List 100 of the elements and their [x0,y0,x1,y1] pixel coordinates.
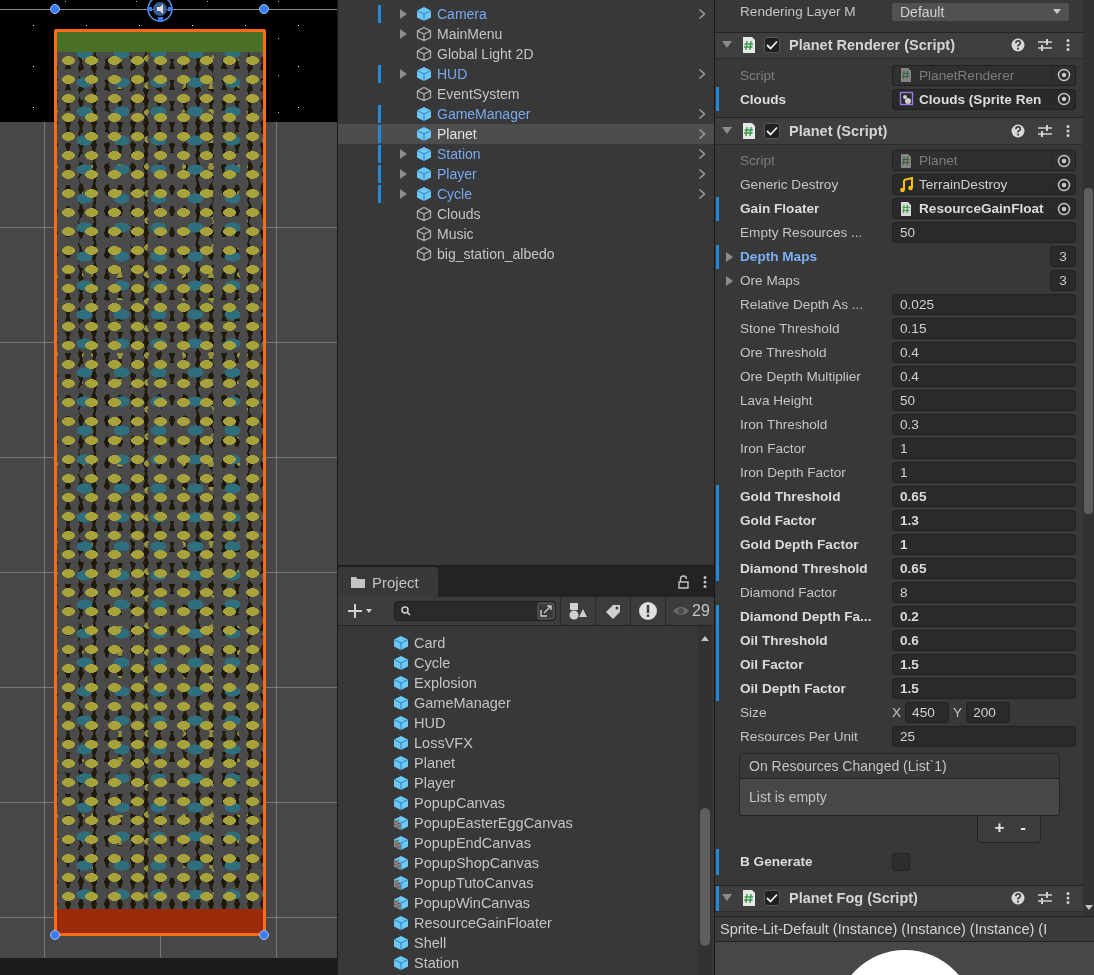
expand-arrow-icon[interactable] [398,168,408,180]
dropdown[interactable]: Default [892,2,1069,21]
number-field[interactable]: 8 [892,582,1076,603]
number-field[interactable]: 1.5 [892,654,1076,675]
number-field[interactable]: 0.3 [892,414,1076,435]
hierarchy-item[interactable]: MainMenu [338,24,714,44]
component-header[interactable]: Planet (Script) [715,117,1083,145]
project-asset-item[interactable]: LossVFX [393,733,698,753]
hierarchy-item[interactable]: EventSystem [338,84,714,104]
number-field[interactable]: 0.65 [892,486,1076,507]
sliders-icon[interactable] [1037,123,1053,138]
chevron-right-icon[interactable] [698,128,706,140]
scroll-up-icon[interactable] [700,634,710,642]
expand-search-icon[interactable] [537,602,555,620]
selected-planet-drawing[interactable] [48,0,271,941]
expand-arrow-icon[interactable] [724,274,734,287]
expand-arrow-icon[interactable] [724,250,734,263]
remove-button[interactable]: - [1018,817,1028,838]
lock-icon[interactable] [676,575,690,589]
chevron-right-icon[interactable] [698,8,706,20]
kebab-menu-icon[interactable] [1065,891,1071,906]
kebab-menu-icon[interactable] [1065,123,1071,138]
project-asset-item[interactable]: Planet [393,753,698,773]
expand-arrow-icon[interactable] [398,148,408,160]
project-asset-item[interactable]: GameManager [393,693,698,713]
scene-view[interactable] [0,0,337,975]
enabled-checkbox[interactable] [764,122,780,139]
project-tab[interactable]: Project [338,567,438,597]
project-asset-item[interactable]: PopupCanvas [393,793,698,813]
project-asset-item[interactable]: PopupWinCanvas [393,893,698,913]
hidden-packages-button[interactable]: 29 [665,597,710,625]
expand-arrow-icon[interactable] [398,8,408,20]
number-field[interactable]: 50 [892,222,1076,243]
number-field[interactable]: 1.5 [892,678,1076,699]
expand-arrow-icon[interactable] [398,188,408,200]
help-icon[interactable] [1011,891,1025,906]
number-field[interactable]: 1 [892,462,1076,483]
chevron-right-icon[interactable] [698,168,706,180]
project-asset-item[interactable]: PopupTutoCanvas [393,873,698,893]
number-field[interactable]: 0.025 [892,294,1076,315]
number-field[interactable]: 200 [966,702,1011,723]
hierarchy-item[interactable]: Cycle [338,184,714,204]
component-header[interactable]: Planet Renderer (Script) [715,31,1083,59]
sliders-icon[interactable] [1037,38,1053,53]
number-field[interactable]: 25 [892,726,1076,747]
hierarchy-item[interactable]: Music [338,224,714,244]
number-field[interactable]: 0.4 [892,366,1076,387]
scrollbar[interactable] [698,626,712,975]
kebab-menu-icon[interactable] [702,575,708,589]
help-icon[interactable] [1011,123,1025,138]
project-asset-item[interactable]: Card [393,633,698,653]
search-field[interactable] [394,601,556,621]
project-asset-item[interactable]: Cycle [393,653,698,673]
component-header[interactable]: Planet Fog (Script) [715,884,1083,912]
hierarchy-item[interactable]: HUD [338,64,714,84]
project-asset-item[interactable]: Player [393,773,698,793]
enabled-checkbox[interactable] [764,37,780,54]
hierarchy-item[interactable]: Global Light 2D [338,44,714,64]
array-size-field[interactable]: 3 [1050,246,1076,267]
object-field[interactable]: TerrainDestroy [892,174,1076,195]
hierarchy-item[interactable]: big_station_albedo [338,244,714,264]
expand-arrow-icon[interactable] [398,28,408,40]
scrollbar-thumb[interactable] [1084,188,1093,514]
help-icon[interactable] [1011,38,1025,53]
project-asset-item[interactable]: Explosion [393,673,698,693]
scrollbar-thumb[interactable] [700,808,710,946]
chevron-right-icon[interactable] [698,148,706,160]
number-field[interactable]: 0.65 [892,558,1076,579]
hierarchy-item[interactable]: Station [338,144,714,164]
object-field[interactable]: Clouds (Sprite Ren [892,88,1076,110]
hierarchy-item[interactable]: Planet [338,124,714,144]
hierarchy-item[interactable]: Player [338,164,714,184]
hierarchy-item[interactable]: GameManager [338,104,714,124]
add-button[interactable]: + [992,817,1007,838]
number-field[interactable]: 0.15 [892,318,1076,339]
project-asset-item[interactable]: PopupEasterEggCanvas [393,813,698,833]
project-asset-item[interactable]: PopupEndCanvas [393,833,698,853]
object-field[interactable]: ResourceGainFloat [892,198,1076,219]
project-asset-item[interactable]: PopupShopCanvas [393,853,698,873]
enabled-checkbox[interactable] [764,890,780,907]
project-asset-item[interactable]: HUD [393,713,698,733]
number-field[interactable]: 0.4 [892,342,1076,363]
number-field[interactable]: 1.3 [892,510,1076,531]
project-asset-item[interactable]: ResourceGainFloater [393,913,698,933]
kebab-menu-icon[interactable] [1065,38,1071,53]
scrollbar[interactable] [1083,0,1094,916]
chevron-right-icon[interactable] [698,68,706,80]
number-field[interactable]: 0.2 [892,606,1076,627]
chevron-right-icon[interactable] [698,188,706,200]
expand-arrow-icon[interactable] [398,68,408,80]
number-field[interactable]: 50 [892,390,1076,411]
number-field[interactable]: 1 [892,438,1076,459]
number-field[interactable]: 450 [905,702,950,723]
hierarchy-item[interactable]: Clouds [338,204,714,224]
number-field[interactable]: 0.6 [892,630,1076,651]
array-size-field[interactable]: 3 [1050,270,1076,291]
sliders-icon[interactable] [1037,891,1053,906]
chevron-right-icon[interactable] [698,108,706,120]
project-asset-item[interactable]: Station [393,953,698,973]
number-field[interactable]: 1 [892,534,1076,555]
